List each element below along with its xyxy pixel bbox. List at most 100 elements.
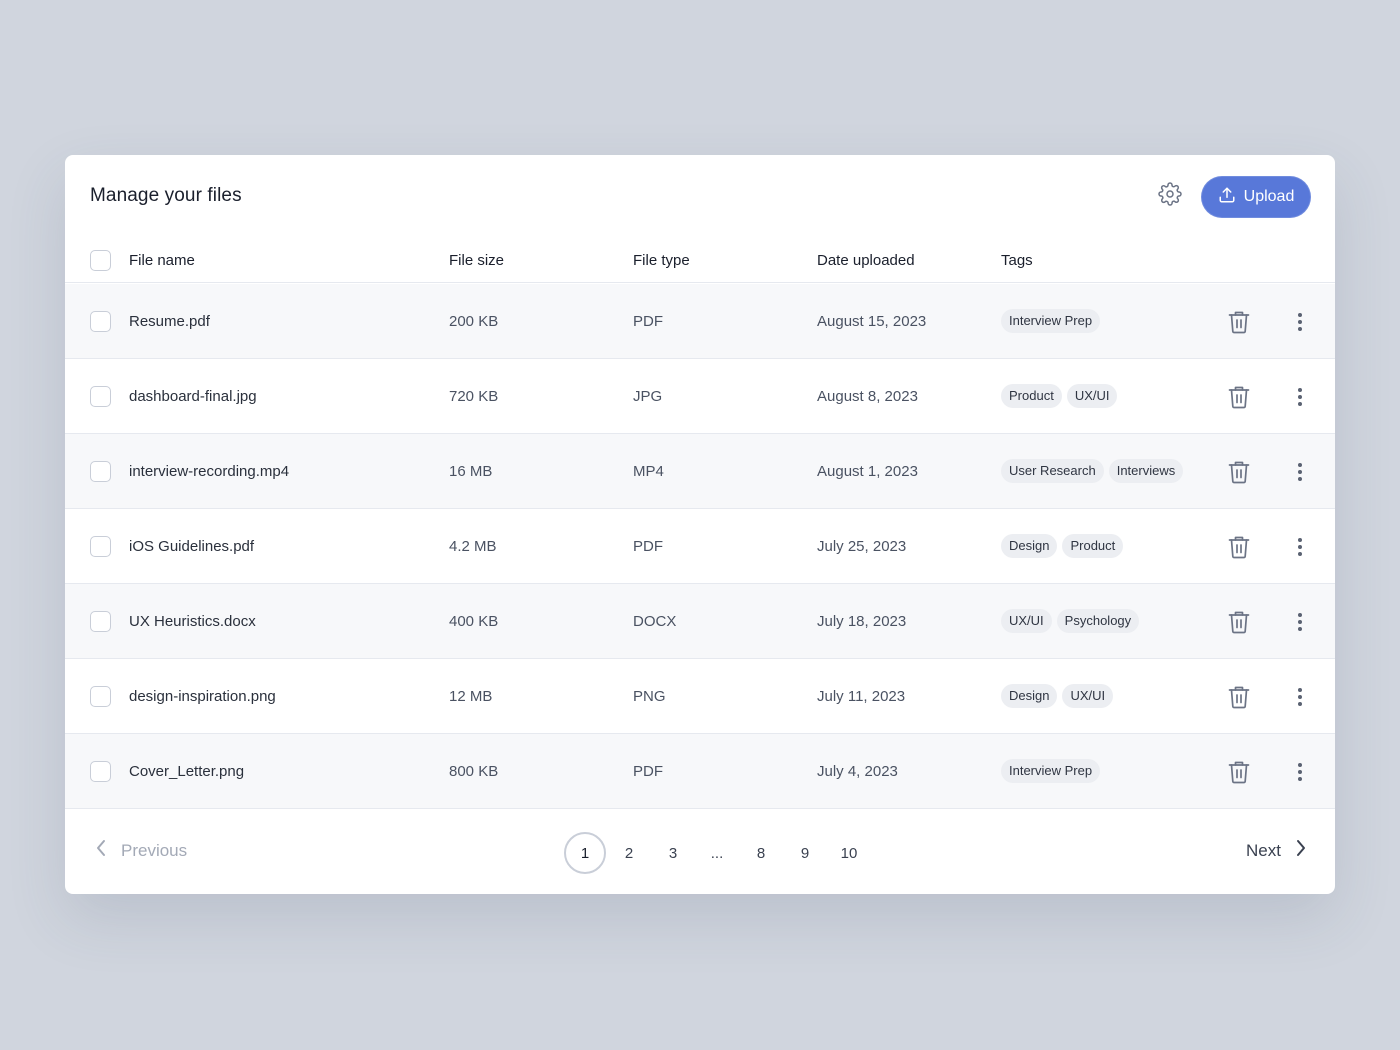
file-size: 400 KB: [449, 613, 499, 630]
file-type: MP4: [633, 463, 664, 480]
column-file-name[interactable]: File name: [129, 252, 195, 269]
tag-list: UX/UI Psychology: [1001, 609, 1140, 633]
table-row[interactable]: UX Heuristics.docx 400 KB DOCX July 18, …: [65, 584, 1335, 659]
upload-button[interactable]: Upload: [1201, 176, 1311, 218]
page-numbers: 1 2 3... 8 9 10: [564, 832, 872, 874]
column-date-uploaded[interactable]: Date uploaded: [817, 252, 915, 269]
tag-badge[interactable]: Interview Prep: [1001, 309, 1101, 333]
file-name[interactable]: interview-recording.mp4: [129, 463, 289, 480]
more-options-button[interactable]: [1293, 761, 1307, 783]
row-checkbox[interactable]: [90, 386, 111, 407]
select-all-checkbox[interactable]: [90, 250, 111, 271]
table-header: File name File size File type Date uploa…: [65, 239, 1335, 283]
row-checkbox[interactable]: [90, 311, 111, 332]
file-type: PNG: [633, 688, 666, 705]
delete-button[interactable]: [1228, 310, 1250, 334]
row-checkbox[interactable]: [90, 611, 111, 632]
delete-button[interactable]: [1228, 460, 1250, 484]
file-manager-card: Manage your files Upload File name File …: [65, 155, 1335, 894]
tag-badge[interactable]: Design: [1001, 534, 1058, 558]
date-uploaded: August 15, 2023: [817, 313, 927, 330]
file-name[interactable]: UX Heuristics.docx: [129, 613, 256, 630]
column-file-type[interactable]: File type: [633, 252, 690, 269]
more-vertical-icon: [1298, 463, 1302, 467]
page-number-2[interactable]: 2: [608, 832, 650, 874]
table-row[interactable]: dashboard-final.jpg 720 KB JPG August 8,…: [65, 359, 1335, 434]
tag-badge[interactable]: Psychology: [1056, 609, 1140, 633]
date-uploaded: July 25, 2023: [817, 538, 907, 555]
file-size: 200 KB: [449, 313, 499, 330]
row-checkbox[interactable]: [90, 461, 111, 482]
trash-icon: [1228, 761, 1250, 788]
trash-icon: [1228, 311, 1250, 338]
row-checkbox[interactable]: [90, 761, 111, 782]
page-number-9[interactable]: 9: [784, 832, 826, 874]
delete-button[interactable]: [1228, 535, 1250, 559]
more-vertical-icon: [1298, 313, 1302, 317]
table-row[interactable]: interview-recording.mp4 16 MB MP4 August…: [65, 434, 1335, 509]
table-row[interactable]: iOS Guidelines.pdf 4.2 MB PDF July 25, 2…: [65, 509, 1335, 584]
previous-button[interactable]: Previous: [95, 839, 187, 862]
date-uploaded: July 18, 2023: [817, 613, 907, 630]
page-number-3[interactable]: 3: [652, 832, 694, 874]
delete-button[interactable]: [1228, 760, 1250, 784]
tag-list: User Research Interviews: [1001, 459, 1184, 483]
tag-badge[interactable]: UX/UI: [1066, 384, 1118, 408]
file-type: PDF: [633, 538, 663, 555]
date-uploaded: July 4, 2023: [817, 763, 898, 780]
settings-button[interactable]: [1158, 181, 1182, 208]
page-title: Manage your files: [90, 185, 242, 206]
file-name[interactable]: dashboard-final.jpg: [129, 388, 257, 405]
delete-button[interactable]: [1228, 685, 1250, 709]
more-options-button[interactable]: [1293, 611, 1307, 633]
tag-list: Interview Prep: [1001, 759, 1101, 783]
tag-badge[interactable]: User Research: [1001, 459, 1104, 483]
next-button[interactable]: Next: [1246, 839, 1307, 862]
file-size: 720 KB: [449, 388, 499, 405]
tag-badge[interactable]: Interviews: [1108, 459, 1184, 483]
table-row[interactable]: design-inspiration.png 12 MB PNG July 11…: [65, 659, 1335, 734]
row-checkbox[interactable]: [90, 686, 111, 707]
page-number-1[interactable]: 1: [564, 832, 606, 874]
file-type: PDF: [633, 763, 663, 780]
tag-badge[interactable]: UX/UI: [1001, 609, 1052, 633]
date-uploaded: July 11, 2023: [817, 688, 906, 705]
trash-icon: [1228, 611, 1250, 638]
column-tags: Tags: [1001, 252, 1033, 269]
card-header: Manage your files Upload: [65, 155, 1335, 239]
page-number-8[interactable]: 8: [740, 832, 782, 874]
file-name[interactable]: design-inspiration.png: [129, 688, 276, 705]
more-options-button[interactable]: [1293, 386, 1307, 408]
file-name[interactable]: Resume.pdf: [129, 313, 210, 330]
tag-badge[interactable]: UX/UI: [1062, 684, 1114, 708]
file-name[interactable]: Cover_Letter.png: [129, 763, 244, 780]
more-options-button[interactable]: [1293, 311, 1307, 333]
file-size: 800 KB: [449, 763, 499, 780]
chevron-left-icon: [95, 839, 107, 862]
tag-badge[interactable]: Product: [1001, 384, 1062, 408]
trash-icon: [1228, 386, 1250, 413]
more-options-button[interactable]: [1293, 461, 1307, 483]
more-vertical-icon: [1298, 388, 1302, 392]
more-options-button[interactable]: [1293, 686, 1307, 708]
file-size: 16 MB: [449, 463, 493, 480]
page-number-10[interactable]: 10: [828, 832, 870, 874]
file-name[interactable]: iOS Guidelines.pdf: [129, 538, 254, 555]
page-ellipsis: ...: [710, 844, 724, 862]
delete-button[interactable]: [1228, 610, 1250, 634]
tag-badge[interactable]: Product: [1062, 534, 1124, 558]
table-row[interactable]: Resume.pdf 200 KB PDF August 15, 2023 In…: [65, 284, 1335, 359]
table-row[interactable]: Cover_Letter.png 800 KB PDF July 4, 2023…: [65, 734, 1335, 809]
file-size: 12 MB: [449, 688, 493, 705]
tag-list: Design UX/UI: [1001, 684, 1114, 708]
trash-icon: [1228, 461, 1250, 488]
delete-button[interactable]: [1228, 385, 1250, 409]
chevron-right-icon: [1295, 839, 1307, 862]
more-options-button[interactable]: [1293, 536, 1307, 558]
upload-icon: [1218, 186, 1236, 209]
tag-badge[interactable]: Design: [1001, 684, 1058, 708]
date-uploaded: August 1, 2023: [817, 463, 918, 480]
column-file-size[interactable]: File size: [449, 252, 504, 269]
row-checkbox[interactable]: [90, 536, 111, 557]
tag-badge[interactable]: Interview Prep: [1001, 759, 1101, 783]
